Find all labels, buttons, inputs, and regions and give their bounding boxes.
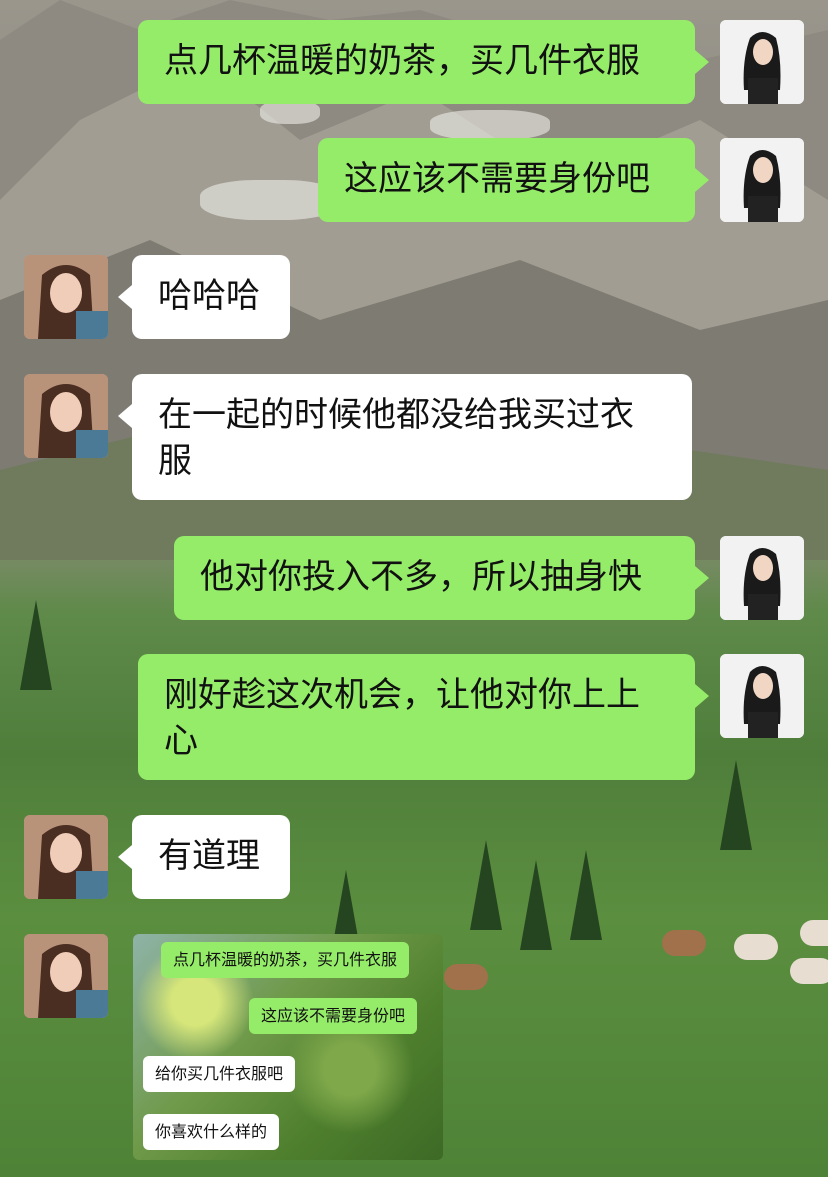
avatar-contact-portrait [24, 255, 108, 339]
sheep [734, 934, 778, 960]
message-bubble-contact[interactable]: 哈哈哈 [118, 255, 290, 339]
avatar-contact[interactable] [24, 815, 108, 899]
sheep [790, 958, 828, 984]
pine-tree [720, 760, 752, 850]
avatar-me[interactable] [720, 20, 804, 104]
snow-patch [430, 110, 550, 140]
pine-tree [470, 840, 502, 930]
image-chat-bubble-contact: 你喜欢什么样的 [143, 1114, 280, 1150]
avatar-me-portrait [720, 138, 804, 222]
pine-tree [570, 850, 602, 940]
message-bubble-me[interactable]: 点几杯温暖的奶茶，买几件衣服 [138, 20, 709, 104]
message-bubble-me[interactable]: 他对你投入不多，所以抽身快 [174, 536, 709, 620]
sheep [800, 920, 828, 946]
avatar-me-portrait [720, 20, 804, 104]
message-bubble-contact[interactable]: 有道理 [118, 815, 290, 899]
pine-tree [520, 860, 552, 950]
avatar-contact-portrait [24, 374, 108, 458]
message-bubble-me[interactable]: 这应该不需要身份吧 [318, 138, 709, 222]
avatar-me[interactable] [720, 536, 804, 620]
message-bubble-me[interactable]: 刚好趁这次机会，让他对你上上心 [138, 654, 709, 780]
image-message-screenshot[interactable]: 点几杯温暖的奶茶，买几件衣服 这应该不需要身份吧 给你买几件衣服吧 你喜欢什么样… [133, 934, 443, 1160]
image-chat-bubble-me: 点几杯温暖的奶茶，买几件衣服 [161, 942, 410, 978]
avatar-contact-portrait [24, 815, 108, 899]
avatar-me-portrait [720, 654, 804, 738]
avatar-me[interactable] [720, 654, 804, 738]
sheep [662, 930, 706, 956]
pine-tree [20, 600, 52, 690]
avatar-me[interactable] [720, 138, 804, 222]
avatar-me-portrait [720, 536, 804, 620]
sheep [444, 964, 488, 990]
image-chat-bubble-contact: 给你买几件衣服吧 [143, 1056, 296, 1092]
image-chat-bubble-me: 这应该不需要身份吧 [249, 998, 418, 1034]
avatar-contact[interactable] [24, 255, 108, 339]
message-bubble-contact[interactable]: 在一起的时候他都没给我买过衣服 [118, 374, 692, 500]
avatar-contact[interactable] [24, 934, 108, 1018]
avatar-contact-portrait [24, 934, 108, 1018]
avatar-contact[interactable] [24, 374, 108, 458]
